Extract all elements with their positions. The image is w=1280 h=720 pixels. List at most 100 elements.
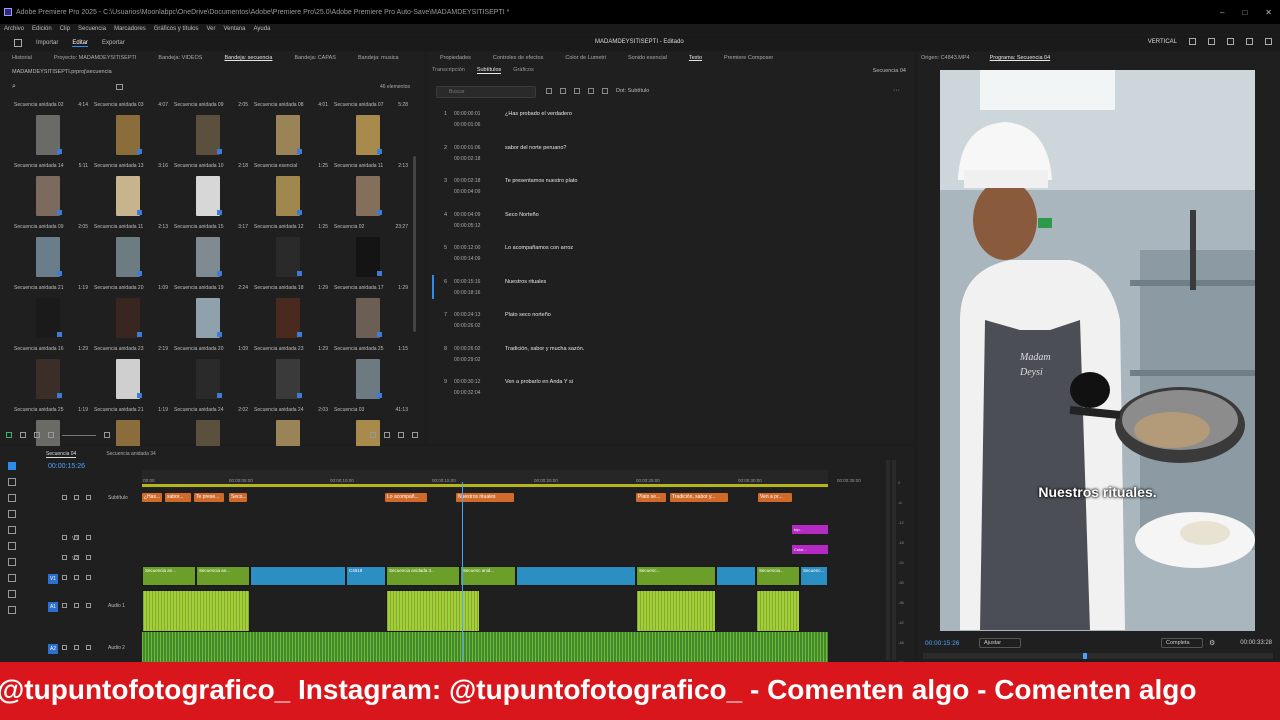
timeline-playhead[interactable] bbox=[462, 482, 463, 662]
subtitle-clip[interactable]: Te prese... bbox=[194, 493, 224, 502]
tab-sonido-esencial[interactable]: Sonido esencial bbox=[616, 55, 677, 61]
subtitle-clip[interactable]: Lo acompañ... bbox=[385, 493, 427, 502]
work-area-bar[interactable] bbox=[142, 484, 828, 487]
caption-item[interactable]: 9 00:00:30:12 00:00:32:04 Ven a probarlo en… bbox=[442, 373, 902, 401]
tab-historial[interactable]: Historial bbox=[0, 55, 42, 61]
program-timecode[interactable]: 00:00:15:26 bbox=[925, 640, 959, 647]
caption-item[interactable]: 5 00:00:12:00 00:00:14:09 Lo acompañamos co… bbox=[442, 239, 902, 267]
project-tile[interactable]: Secuencia anidada 17 1:29 bbox=[332, 283, 410, 343]
caption-text[interactable]: Lo acompañamos con arroz bbox=[505, 245, 573, 251]
track-header-a2[interactable]: A2 Audio 2 bbox=[40, 642, 140, 654]
caption-track-label[interactable]: Dot: Subtítulo bbox=[616, 88, 649, 94]
subtitle-clip[interactable]: Ven a pr... bbox=[758, 493, 792, 502]
lock-icon[interactable] bbox=[62, 495, 67, 500]
caption-item[interactable]: 7 00:00:24:13 00:00:26:02 Plato seco norteñ… bbox=[442, 306, 902, 334]
menu-secuencia[interactable]: Secuencia bbox=[78, 26, 106, 32]
project-tile[interactable]: Secuencia anidada 02 4:14 bbox=[12, 100, 90, 160]
track-header-v2[interactable]: V2 bbox=[40, 552, 140, 564]
tab-bandeja-secuencia[interactable]: Bandeja: secuencia bbox=[212, 55, 282, 61]
music-clip[interactable] bbox=[142, 632, 828, 662]
video-clip[interactable] bbox=[716, 566, 756, 586]
lock-icon[interactable] bbox=[62, 535, 67, 540]
fullscreen-icon[interactable] bbox=[1265, 38, 1272, 45]
tab-texto[interactable]: Texto bbox=[677, 55, 712, 61]
menu-graficos[interactable]: Gráficos y títulos bbox=[154, 26, 199, 32]
project-tile[interactable]: Secuencia anidada 23 1:29 bbox=[252, 344, 330, 404]
help-icon[interactable] bbox=[1246, 38, 1253, 45]
project-tile[interactable]: Secuencia anidada 25 1:15 bbox=[332, 344, 410, 404]
menu-ventana[interactable]: Ventana bbox=[223, 26, 245, 32]
project-tile[interactable]: Secuencia anidada 20 1:09 bbox=[92, 283, 170, 343]
sync-icon[interactable] bbox=[74, 495, 79, 500]
menu-marcadores[interactable]: Marcadores bbox=[114, 26, 146, 32]
quality-dropdown[interactable]: Completa bbox=[1161, 638, 1203, 648]
close-icon[interactable]: ✕ bbox=[1265, 8, 1272, 17]
project-tile[interactable]: Secuencia anidada 09 2:05 bbox=[172, 100, 250, 160]
project-tile[interactable]: Secuencia 02 23:27 bbox=[332, 222, 410, 282]
eye-icon[interactable] bbox=[86, 495, 91, 500]
timeline-ruler[interactable]: :00:00 00:00:05:00 00:00:10:00 00:00:15:00 0… bbox=[142, 470, 828, 488]
project-tile[interactable]: Secuencia anidada 03 4:07 bbox=[92, 100, 170, 160]
lock-icon[interactable] bbox=[62, 645, 67, 650]
caption-text[interactable]: sabor del norte peruano? bbox=[505, 145, 566, 151]
video-clip[interactable]: Secuenc... bbox=[800, 566, 828, 586]
video-clip[interactable]: Secuencia anidada 3... bbox=[386, 566, 460, 586]
panel-icon[interactable] bbox=[1189, 38, 1196, 45]
subtitle-clip[interactable]: Plato se... bbox=[636, 493, 666, 502]
subtitle-search-input[interactable]: Buscar bbox=[436, 86, 536, 98]
track-header-v3[interactable]: V3 bbox=[40, 532, 140, 544]
timeline-timecode[interactable]: 00:00:15:26 bbox=[48, 463, 85, 470]
tab-secuencia-04[interactable]: Secuencia 04 bbox=[46, 451, 77, 458]
audio-clip[interactable] bbox=[142, 590, 250, 632]
minimize-icon[interactable]: – bbox=[1220, 8, 1224, 17]
orientation-label[interactable]: VERTICAL bbox=[1148, 39, 1177, 45]
caption-item[interactable]: 4 00:00:04:09 00:00:05:12 Seco Norteño bbox=[442, 206, 902, 234]
project-tile[interactable]: Secuencia anidada 11 2:13 bbox=[92, 222, 170, 282]
rectangle-tool-icon[interactable] bbox=[8, 558, 16, 566]
project-tile[interactable]: Secuencia anidada 20 1:09 bbox=[172, 344, 250, 404]
project-tile[interactable]: Secuencia anidada 16 1:29 bbox=[12, 344, 90, 404]
list-view-icon[interactable] bbox=[20, 432, 26, 438]
selection-tool-icon[interactable] bbox=[8, 462, 16, 470]
slip-tool-icon[interactable] bbox=[8, 526, 16, 534]
split-caption-icon[interactable] bbox=[560, 88, 566, 94]
sort-icon[interactable] bbox=[104, 432, 110, 438]
automate-icon[interactable] bbox=[370, 432, 376, 438]
audio-clip[interactable] bbox=[636, 590, 716, 632]
lock-icon[interactable] bbox=[62, 555, 67, 560]
adjustment-clip[interactable]: Color... bbox=[792, 545, 828, 554]
project-tile[interactable]: Secuencia esencial 1:25 bbox=[252, 161, 330, 221]
caption-text[interactable]: Nuestros rituales bbox=[505, 279, 546, 285]
tab-lumetri[interactable]: Color de Lumetri bbox=[553, 55, 616, 61]
eye-icon[interactable] bbox=[86, 535, 91, 540]
sync-icon[interactable] bbox=[74, 603, 79, 608]
tab-propiedades[interactable]: Propiedades bbox=[428, 55, 481, 61]
lock-icon[interactable] bbox=[62, 603, 67, 608]
eye-icon[interactable] bbox=[86, 645, 91, 650]
trash-icon[interactable] bbox=[412, 432, 418, 438]
sync-icon[interactable] bbox=[74, 555, 79, 560]
eye-icon[interactable] bbox=[86, 603, 91, 608]
video-clip[interactable]: Secuenc anid... bbox=[460, 566, 516, 586]
menu-edicion[interactable]: Edición bbox=[32, 26, 52, 32]
wrench-icon[interactable]: ⚙ bbox=[1209, 639, 1215, 647]
zoom-slider[interactable] bbox=[62, 434, 96, 436]
mode-importar[interactable]: Importar bbox=[36, 40, 58, 46]
mode-exportar[interactable]: Exportar bbox=[102, 40, 125, 46]
subtab-transcripcion[interactable]: Transcripción bbox=[432, 67, 465, 74]
caption-item[interactable]: 1 00:00:00:01 00:00:01:06 ¿Has probado el v… bbox=[442, 105, 902, 133]
caption-text[interactable]: Plato seco norteño bbox=[505, 312, 551, 318]
track-label[interactable]: V1 bbox=[48, 574, 58, 584]
search-icon[interactable]: ⌕ bbox=[12, 83, 16, 91]
track-header-subtitle[interactable]: Subtítulo bbox=[40, 492, 140, 504]
subtitle-clip[interactable]: Nuestros rituales bbox=[456, 493, 514, 502]
track-label[interactable]: A2 bbox=[48, 644, 58, 654]
caption-item[interactable]: 3 00:00:02:18 00:00:04:09 Te presentamos nu… bbox=[442, 172, 902, 200]
caption-item[interactable]: 6 00:00:15:16 00:00:18:16 Nuestros rituales bbox=[432, 273, 902, 301]
project-tile[interactable]: Secuencia anidada 21 1:19 bbox=[12, 283, 90, 343]
sync-icon[interactable] bbox=[74, 575, 79, 580]
program-playhead[interactable] bbox=[1083, 653, 1087, 659]
video-clip[interactable]: Secuencia... bbox=[756, 566, 800, 586]
tab-controles-efectos[interactable]: Controles de efectos bbox=[481, 55, 553, 61]
track-header-a1[interactable]: A1 Audio 1 bbox=[40, 600, 140, 612]
